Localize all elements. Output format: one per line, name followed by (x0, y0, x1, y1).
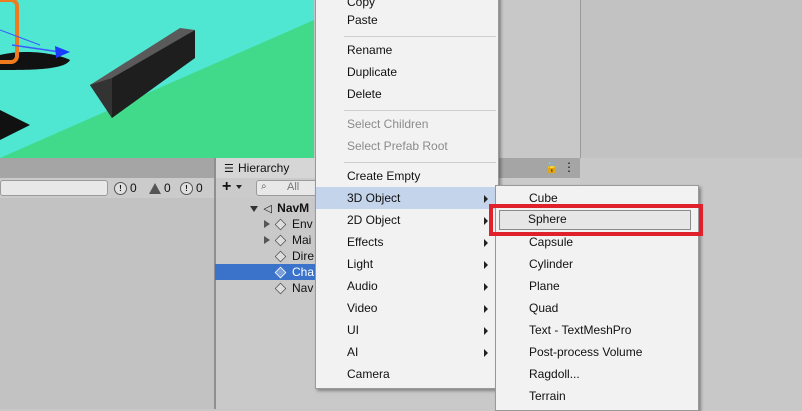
submenu-item-plane[interactable]: Plane (496, 275, 698, 297)
submenu-item-sphere-overlay-label[interactable]: Sphere (528, 208, 567, 230)
menu-item-label: Light (347, 257, 374, 271)
menu-item-label: 2D Object (347, 213, 401, 227)
console-search-input[interactable] (0, 180, 108, 196)
menu-item-ai[interactable]: AI (316, 341, 498, 363)
submenu-item-textmeshpro[interactable]: Text - TextMeshPro (496, 319, 698, 341)
warning-counter[interactable]: 0 (149, 181, 171, 195)
menu-item-3d-object[interactable]: 3D Object (316, 187, 498, 209)
menu-item-delete[interactable]: Delete (316, 83, 498, 105)
menu-item-paste[interactable]: Paste (316, 9, 498, 31)
submenu-arrow-icon (484, 349, 488, 357)
submenu-arrow-icon (484, 283, 488, 291)
submenu-item-quad[interactable]: Quad (496, 297, 698, 319)
submenu-arrow-icon (484, 217, 488, 225)
menu-item-label: Video (347, 301, 378, 315)
menu-item-label: UI (347, 323, 359, 337)
search-placeholder: All (287, 181, 300, 193)
gameobject-cube-icon (274, 248, 289, 264)
menu-item-ui[interactable]: UI (316, 319, 498, 341)
menu-item-label: Audio (347, 279, 378, 293)
error-counter[interactable]: ! 0 (114, 181, 137, 195)
expand-arrow-icon[interactable] (264, 220, 270, 228)
submenu-item-cylinder[interactable]: Cylinder (496, 253, 698, 275)
menu-item-light[interactable]: Light (316, 253, 498, 275)
more-menu-icon[interactable]: ⋮ (563, 160, 575, 174)
menu-item-duplicate[interactable]: Duplicate (316, 61, 498, 83)
menu-item-video[interactable]: Video (316, 297, 498, 319)
expand-arrow-icon[interactable] (250, 205, 258, 212)
scene-row[interactable]: ◁ NavM (250, 200, 320, 216)
menu-item-label: AI (347, 345, 359, 359)
menu-item-effects[interactable]: Effects (316, 231, 498, 253)
submenu-arrow-icon (484, 195, 488, 203)
console-toolbar: ! 0 0 ! 0 (0, 178, 214, 198)
hierarchy-row[interactable]: Mai (215, 232, 315, 248)
menu-item-rename[interactable]: Rename (316, 39, 498, 61)
gameobject-cube-icon (274, 232, 289, 248)
tab-hierarchy[interactable]: ☰ Hierarchy (216, 158, 317, 178)
hierarchy-icon: ☰ (224, 163, 234, 175)
gameobject-cube-icon (274, 280, 289, 296)
context-menu: Copy Paste Rename Duplicate Delete Selec… (315, 0, 499, 389)
menu-item-2d-object[interactable]: 2D Object (316, 209, 498, 231)
hierarchy-item-label: Cha (292, 265, 315, 279)
annotation-highlight-box (489, 204, 703, 236)
add-button[interactable]: + (222, 178, 231, 196)
hierarchy-row-selected[interactable]: Cha (215, 264, 315, 280)
unity-scene-icon: ◁ (263, 203, 272, 215)
hierarchy-row[interactable]: Env (215, 216, 315, 232)
hierarchy-row[interactable]: Dire (215, 248, 315, 264)
scene-view[interactable] (0, 0, 314, 158)
hierarchy-item-label: Nav (292, 281, 314, 295)
warning-icon (149, 182, 161, 194)
gameobject-cube-icon (274, 216, 289, 232)
gameobject-cube-icon (274, 264, 289, 280)
menu-item-label: 3D Object (347, 191, 401, 205)
menu-item-audio[interactable]: Audio (316, 275, 498, 297)
info-icon: ! (180, 181, 193, 195)
scene-graphics (0, 0, 314, 158)
submenu-arrow-icon (484, 327, 488, 335)
submenu-item-ragdoll[interactable]: Ragdoll... (496, 363, 698, 385)
menu-item-camera[interactable]: Camera (316, 363, 498, 385)
console-body (0, 198, 214, 409)
hierarchy-tab-label: Hierarchy (238, 161, 290, 175)
hierarchy-item-label: Env (292, 217, 313, 231)
search-icon: ⌕ (261, 181, 267, 192)
submenu-arrow-icon (484, 261, 488, 269)
hierarchy-item-label: Mai (292, 233, 312, 247)
submenu-arrow-icon (484, 239, 488, 247)
submenu-item-post-process-volume[interactable]: Post-process Volume (496, 341, 698, 363)
menu-separator (344, 110, 496, 111)
inspector-panel (580, 0, 802, 158)
error-icon: ! (114, 181, 127, 195)
submenu-arrow-icon (484, 305, 488, 313)
submenu-item-terrain[interactable]: Terrain (496, 385, 698, 407)
menu-item-select-prefab-root: Select Prefab Root (347, 139, 448, 153)
lock-icon[interactable]: 🔓 (545, 161, 559, 174)
menu-item-select-children: Select Children (347, 117, 429, 131)
menu-separator (344, 36, 496, 37)
left-tab-strip (0, 158, 214, 179)
expand-arrow-icon[interactable] (264, 236, 270, 244)
info-counter[interactable]: ! 0 (180, 181, 203, 195)
menu-item-label: Effects (347, 235, 384, 249)
scene-name-label: NavM (277, 201, 310, 215)
menu-separator (344, 162, 496, 163)
hierarchy-item-label: Dire (292, 249, 315, 263)
chevron-down-icon[interactable] (236, 185, 242, 189)
menu-item-create-empty[interactable]: Create Empty (316, 165, 498, 187)
hierarchy-row[interactable]: Nav (215, 280, 315, 296)
